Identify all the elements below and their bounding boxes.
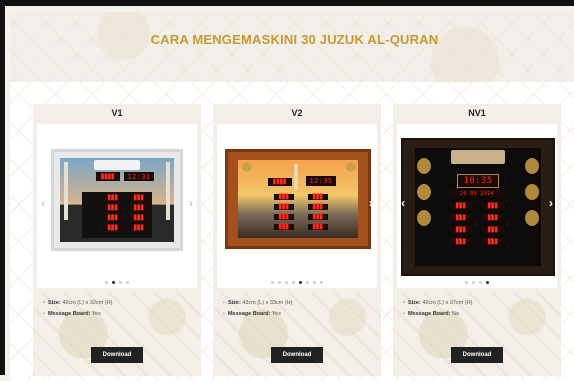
card-title: V1: [111, 108, 123, 118]
slider-dot-active[interactable]: [112, 281, 115, 284]
chevron-right-icon[interactable]: ›: [189, 196, 193, 210]
chevron-right-icon[interactable]: ›: [549, 196, 553, 210]
clock-time: 12:31: [124, 172, 154, 181]
slider-dot-active[interactable]: [486, 281, 489, 284]
product-card-nv1: NV1 10:35 26 09 2024 ▉▉▉ ▉▉▉ ▉▉▉ ▉▉▉ ▉▉▉…: [393, 104, 561, 376]
slider-dot[interactable]: [479, 281, 482, 284]
product-card-v2: V2 ▉▉▉▉ 12:35 ▉▉▉ ▉▉▉ ▉▉▉ ▉▉▉ ▉▉▉ ▉▉▉ ▉▉…: [213, 104, 381, 376]
product-specs: • Size: 42cm (L) x 37cm (H) • Message Boar…: [403, 298, 472, 320]
clock-image: 10:35 26 09 2024 ▉▉▉ ▉▉▉ ▉▉▉ ▉▉▉ ▉▉▉ ▉▉▉…: [401, 138, 555, 276]
slider-dot[interactable]: [119, 281, 122, 284]
clock-image: ▉▉▉▉ 12:35 ▉▉▉ ▉▉▉ ▉▉▉ ▉▉▉ ▉▉▉ ▉▉▉ ▉▉▉ ▉…: [225, 149, 371, 249]
page-title: CARA MENGEMASKINI 30 JUZUK AL-QURAN: [150, 32, 439, 47]
spec-size: • Size: 42cm (L) x 32cm (H): [43, 300, 113, 306]
clock-date: 26 09 2024: [449, 190, 505, 197]
spec-message-board: • Message Board: Yes: [43, 311, 101, 317]
slider-dot[interactable]: [313, 281, 316, 284]
slider-dot-active[interactable]: [299, 281, 302, 284]
slider-dot[interactable]: [271, 281, 274, 284]
card-title: NV1: [468, 108, 486, 118]
chevron-left-icon[interactable]: ‹: [401, 196, 405, 210]
chevron-left-icon[interactable]: ‹: [221, 196, 225, 210]
slider-dot[interactable]: [126, 281, 129, 284]
section-header: CARA MENGEMASKINI 30 JUZUK AL-QURAN: [10, 12, 574, 82]
slider-dot[interactable]: [465, 281, 468, 284]
slider-dot[interactable]: [306, 281, 309, 284]
slider-dot[interactable]: [292, 281, 295, 284]
clock-time: 10:35: [457, 174, 499, 188]
spec-size: • Size: 42cm (L) x 37cm (H): [403, 300, 473, 306]
spec-message-board: • Message Board: Yes: [223, 311, 281, 317]
slider-dot[interactable]: [105, 281, 108, 284]
chevron-left-icon[interactable]: ‹: [41, 196, 45, 210]
slider-dot[interactable]: [278, 281, 281, 284]
download-button[interactable]: Download: [271, 347, 323, 363]
clock-time: 12:35: [306, 176, 336, 186]
product-section: V1 ▉▉▉▉ 12:31 ▉▉▉ ▉▉▉ ▉▉▉ ▉▉▉ ▉▉▉ ▉▉▉ ▉▉…: [10, 82, 574, 381]
product-card-v1: V1 ▉▉▉▉ 12:31 ▉▉▉ ▉▉▉ ▉▉▉ ▉▉▉ ▉▉▉ ▉▉▉ ▉▉…: [33, 104, 201, 376]
download-button[interactable]: Download: [451, 347, 503, 363]
slider-dots: [217, 278, 377, 284]
clock-image: ▉▉▉▉ 12:31 ▉▉▉ ▉▉▉ ▉▉▉ ▉▉▉ ▉▉▉ ▉▉▉ ▉▉▉ ▉…: [51, 149, 183, 251]
product-specs: • Size: 42cm (L) x 32cm (H) • Message Boar…: [43, 298, 112, 320]
product-slider[interactable]: ▉▉▉▉ 12:35 ▉▉▉ ▉▉▉ ▉▉▉ ▉▉▉ ▉▉▉ ▉▉▉ ▉▉▉ ▉…: [217, 124, 377, 288]
slider-dot[interactable]: [472, 281, 475, 284]
slider-dot[interactable]: [285, 281, 288, 284]
card-title: V2: [291, 108, 303, 118]
spec-message-board: • Message Board: No: [403, 311, 459, 317]
product-slider[interactable]: 10:35 26 09 2024 ▉▉▉ ▉▉▉ ▉▉▉ ▉▉▉ ▉▉▉ ▉▉▉…: [397, 124, 557, 288]
product-specs: • Size: 43cm (L) x 33cm (H) • Message Boar…: [223, 298, 292, 320]
slider-dot[interactable]: [320, 281, 323, 284]
slider-dots: [397, 278, 557, 284]
slider-dots: [37, 278, 197, 284]
product-slider[interactable]: ▉▉▉▉ 12:31 ▉▉▉ ▉▉▉ ▉▉▉ ▉▉▉ ▉▉▉ ▉▉▉ ▉▉▉ ▉…: [37, 124, 197, 288]
chevron-right-icon[interactable]: ›: [369, 196, 373, 210]
page-frame: CARA MENGEMASKINI 30 JUZUK AL-QURAN V1 ▉…: [0, 0, 574, 381]
spec-size: • Size: 43cm (L) x 33cm (H): [223, 300, 293, 306]
download-button[interactable]: Download: [91, 347, 143, 363]
header-pattern: [10, 12, 574, 82]
